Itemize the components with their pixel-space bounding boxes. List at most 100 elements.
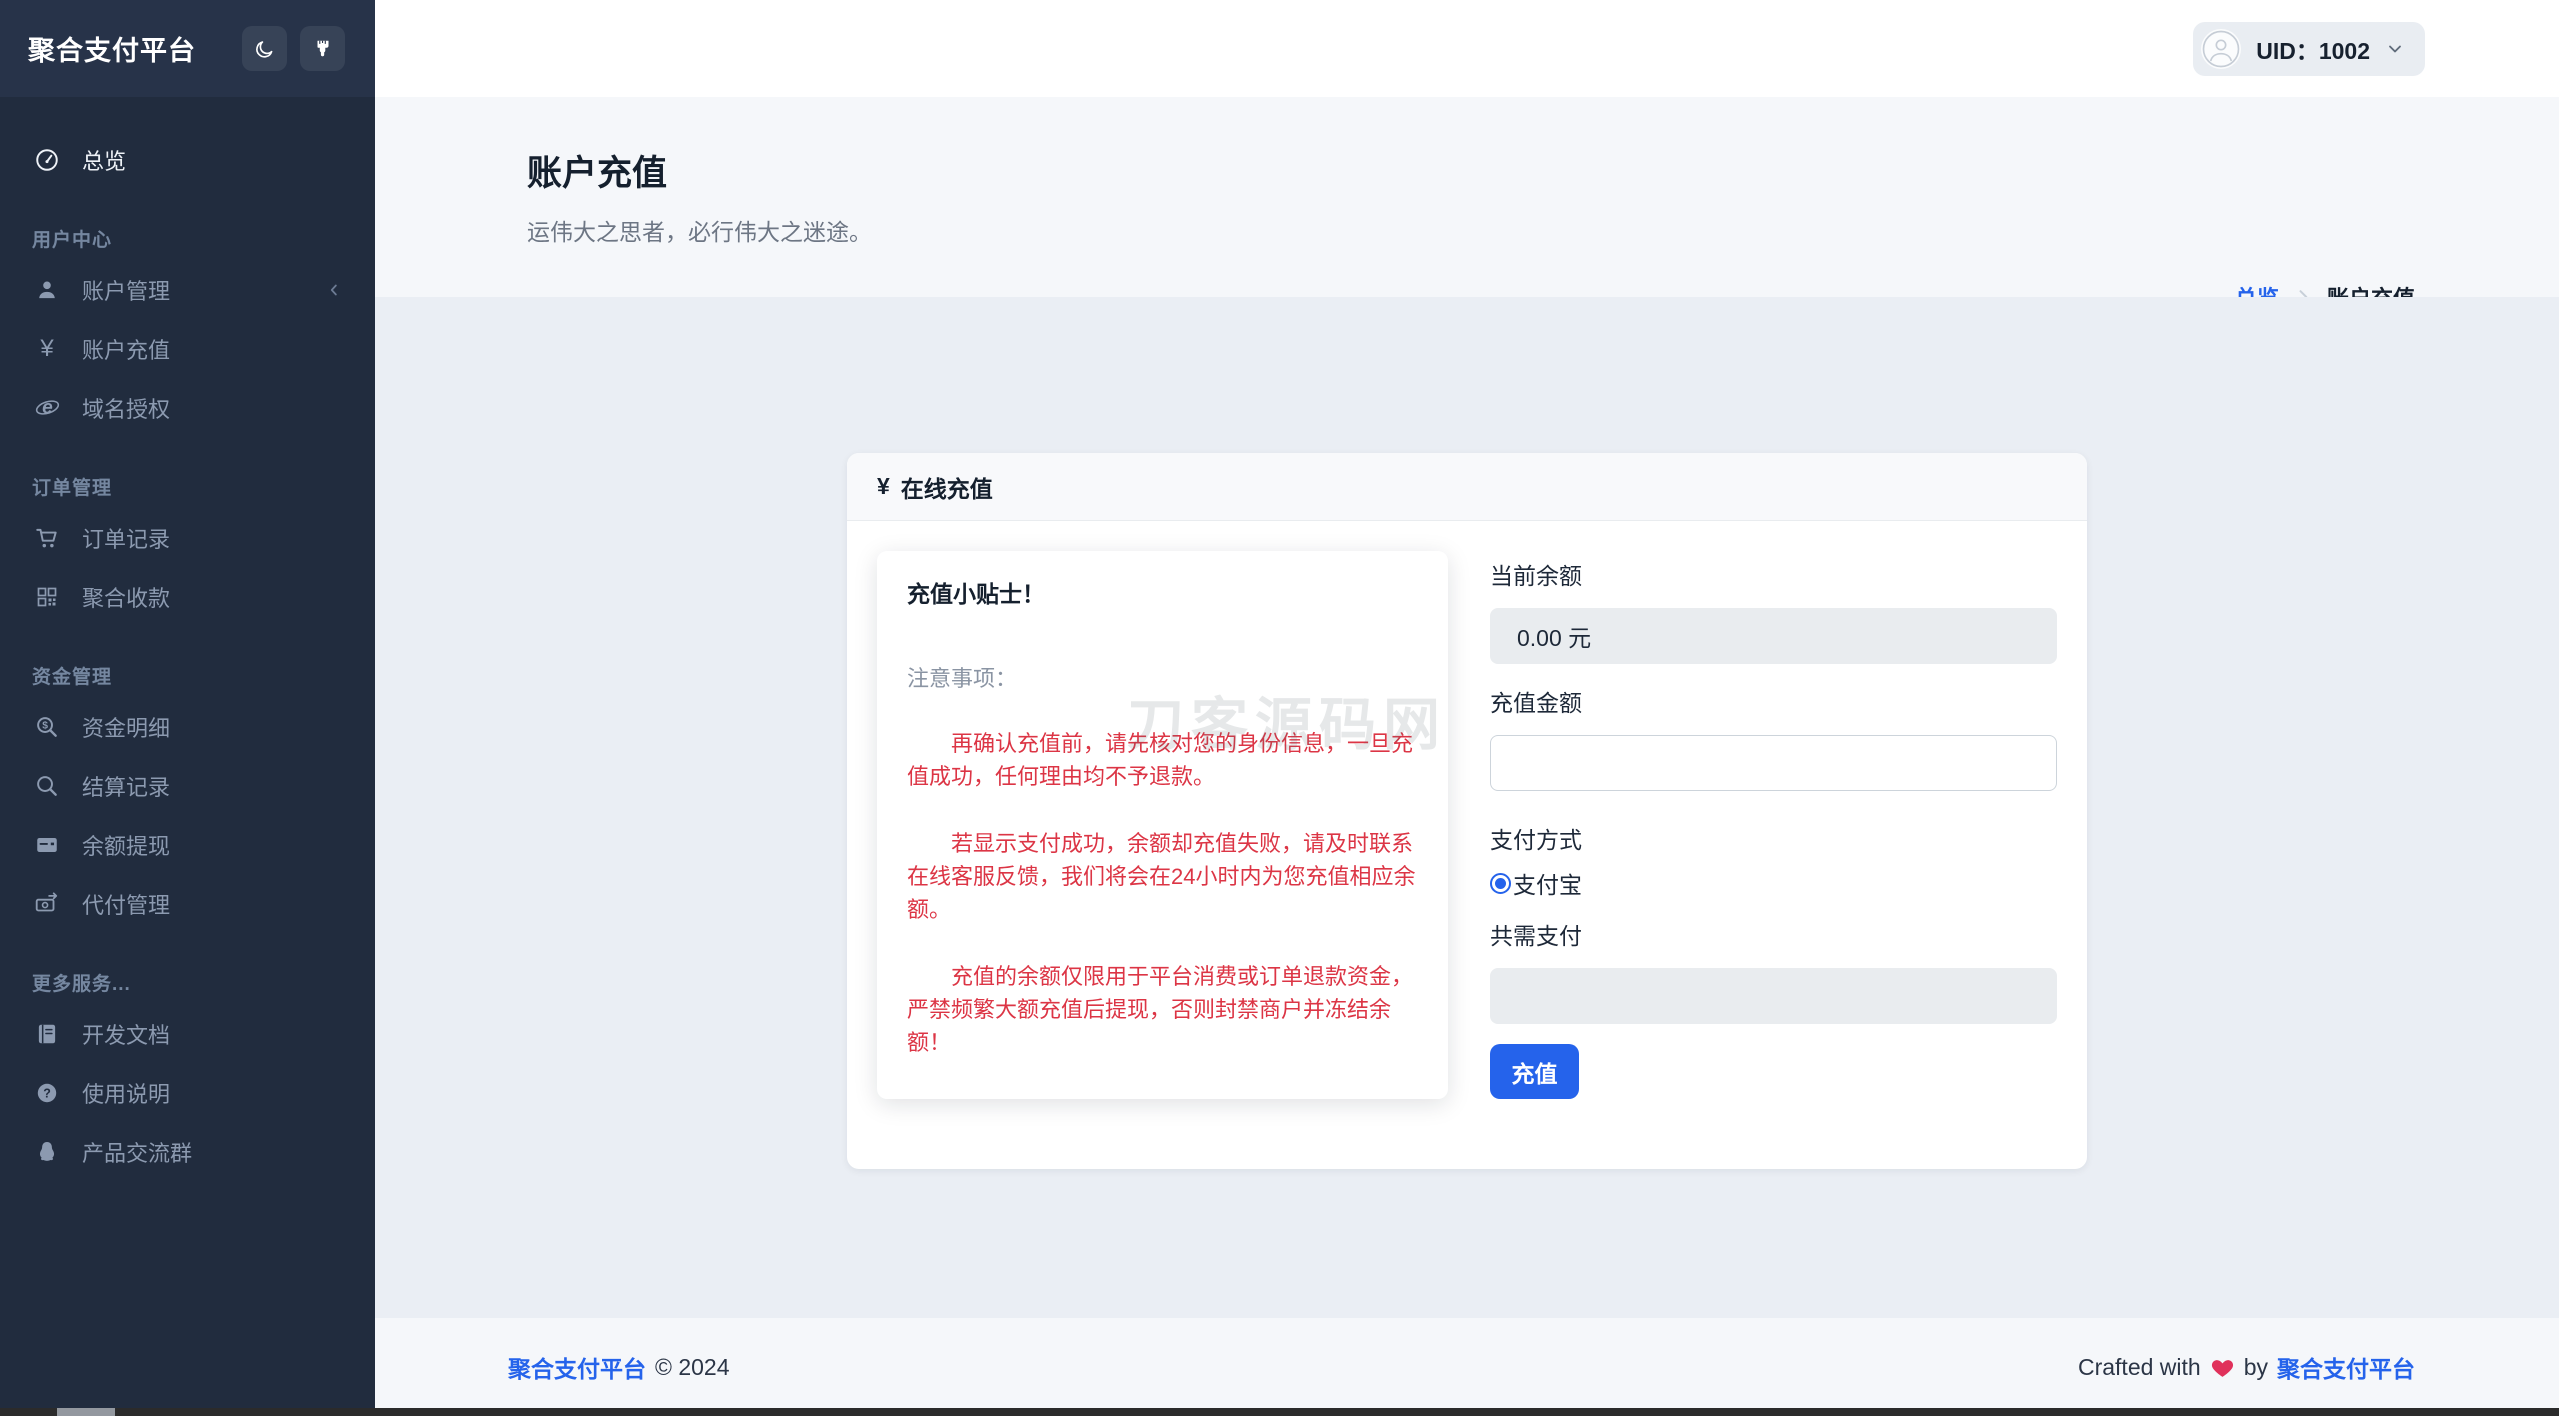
footer-copyright: 聚合支付平台 © 2024	[508, 1350, 730, 1384]
sidebar-item-label: 域名授权	[82, 392, 170, 424]
heart-icon	[2210, 1355, 2235, 1380]
sidebar-item-label: 使用说明	[82, 1077, 170, 1109]
speedometer-icon	[32, 147, 62, 173]
sidebar-item-account-manage[interactable]: 账户管理	[0, 260, 375, 319]
cart-icon	[32, 525, 62, 551]
sidebar-section-title: 订单管理	[0, 473, 375, 500]
credit-card-icon	[32, 832, 62, 858]
page-subtitle: 运伟大之思者，必行伟大之迷途。	[527, 213, 2415, 247]
sidebar-item-label: 代付管理	[82, 888, 170, 920]
tips-paragraph: 充值的余额仅限用于平台消费或订单退款资金，严禁频繁大额充值后提现，否则封禁商户并…	[907, 960, 1418, 1059]
balance-label: 当前余额	[1490, 557, 2057, 591]
chevron-down-icon	[2385, 39, 2405, 59]
method-label: 支付方式	[1490, 821, 2057, 855]
tips-title: 充值小贴士！	[907, 575, 1418, 609]
chevron-left-icon	[325, 281, 343, 299]
search-icon	[32, 773, 62, 799]
alipay-label: 支付宝	[1513, 866, 1582, 900]
sidebar-item-dev-docs[interactable]: 开发文档	[0, 1004, 375, 1063]
sidebar-item-label: 总览	[82, 144, 126, 176]
tips-paragraph: 再确认充值前，请先核对您的身份信息，一旦充值成功，任何理由均不予退款。	[907, 727, 1418, 793]
recharge-tips-panel: 充值小贴士！ 注意事项： 再确认充值前，请先核对您的身份信息，一旦充值成功，任何…	[877, 551, 1448, 1099]
yen-icon: ¥	[877, 473, 890, 500]
sidebar-item-payout-manage[interactable]: 代付管理	[0, 874, 375, 933]
sidebar-nav: 总览 用户中心 账户管理 ¥ 账户充值 e 域名授权	[0, 97, 375, 1416]
sidebar-item-account-recharge[interactable]: ¥ 账户充值	[0, 319, 375, 378]
sidebar-item-balance-withdraw[interactable]: 余额提现	[0, 815, 375, 874]
page-header: 账户充值 运伟大之思者，必行伟大之迷途。 总览 账户充值	[375, 97, 2559, 297]
crafted-by: by	[2244, 1354, 2268, 1381]
theme-actions	[242, 26, 345, 71]
sidebar-item-label: 账户管理	[82, 274, 170, 306]
uid-label: UID：1002	[2256, 32, 2370, 66]
footer-credit: Crafted with by 聚合支付平台	[2078, 1350, 2415, 1384]
avatar	[2201, 29, 2241, 69]
sidebar-logo-bar: 聚合支付平台	[0, 0, 375, 97]
sidebar-item-label: 产品交流群	[82, 1136, 192, 1168]
sidebar-item-label: 结算记录	[82, 770, 170, 802]
crafted-prefix: Crafted with	[2078, 1354, 2201, 1381]
content-area: ¥ 在线充值 充值小贴士！ 注意事项： 再确认充值前，请先核对您的身份信息，一旦…	[375, 297, 2559, 1318]
svg-text:$: $	[42, 720, 48, 731]
cash-transfer-icon	[32, 891, 62, 917]
sidebar-item-label: 聚合收款	[82, 581, 170, 613]
recharge-card: ¥ 在线充值 充值小贴士！ 注意事项： 再确认充值前，请先核对您的身份信息，一旦…	[847, 453, 2087, 1169]
footer: 聚合支付平台 © 2024 Crafted with by 聚合支付平台	[375, 1318, 2559, 1416]
internet-explorer-icon: e	[32, 394, 62, 421]
sidebar-item-overview[interactable]: 总览	[0, 130, 375, 189]
sidebar-item-usage-guide[interactable]: ? 使用说明	[0, 1063, 375, 1122]
balance-field: 0.00 元	[1490, 608, 2057, 664]
sidebar-item-order-records[interactable]: 订单记录	[0, 508, 375, 567]
dark-mode-toggle-button[interactable]	[242, 26, 287, 71]
app-root: 聚合支付平台 总览 用	[0, 0, 2559, 1416]
paint-brush-icon	[312, 38, 334, 60]
sidebar-item-aggregate-collect[interactable]: 聚合收款	[0, 567, 375, 626]
sidebar-item-label: 开发文档	[82, 1018, 170, 1050]
theme-color-button[interactable]	[300, 26, 345, 71]
page-title: 账户充值	[527, 145, 2415, 196]
sidebar-item-label: 资金明细	[82, 711, 170, 743]
sidebar: 聚合支付平台 总览 用	[0, 0, 375, 1416]
radio-checked-icon	[1490, 873, 1511, 894]
tips-note-label: 注意事项：	[907, 661, 1418, 693]
app-logo: 聚合支付平台	[28, 29, 196, 68]
sidebar-item-label: 账户充值	[82, 333, 170, 365]
footer-brand-link[interactable]: 聚合支付平台	[508, 1350, 646, 1384]
horizontal-scrollbar[interactable]	[0, 1408, 2559, 1416]
search-dollar-icon: $	[32, 714, 62, 740]
sidebar-item-settlement-records[interactable]: 结算记录	[0, 756, 375, 815]
main-column: UID：1002 账户充值 运伟大之思者，必行伟大之迷途。 总览 账户充值 ¥	[375, 0, 2559, 1416]
sidebar-section-title: 更多服务...	[0, 969, 375, 996]
footer-copy-text: © 2024	[655, 1354, 730, 1381]
footer-credit-brand-link[interactable]: 聚合支付平台	[2277, 1350, 2415, 1384]
sidebar-item-label: 订单记录	[82, 522, 170, 554]
sidebar-item-label: 余额提现	[82, 829, 170, 861]
yen-icon: ¥	[32, 335, 62, 363]
total-label: 共需支付	[1490, 917, 2057, 951]
sidebar-section-title: 资金管理	[0, 662, 375, 689]
amount-label: 充值金额	[1490, 684, 2057, 718]
card-title: 在线充值	[901, 470, 993, 504]
person-icon	[32, 277, 62, 303]
sidebar-item-domain-auth[interactable]: e 域名授权	[0, 378, 375, 437]
horizontal-scrollbar-thumb[interactable]	[57, 1408, 115, 1416]
question-circle-icon: ?	[32, 1080, 62, 1106]
amount-input[interactable]	[1490, 735, 2057, 791]
card-header: ¥ 在线充值	[847, 453, 2087, 521]
recharge-submit-button[interactable]: 充值	[1490, 1044, 1579, 1099]
alipay-radio-option[interactable]: 支付宝	[1490, 863, 2057, 903]
book-icon	[32, 1021, 62, 1047]
tips-paragraph: 若显示支付成功，余额却充值失败，请及时联系在线客服反馈，我们将会在24小时内为您…	[907, 827, 1418, 926]
top-header: UID：1002	[375, 0, 2559, 97]
sidebar-item-fund-details[interactable]: $ 资金明细	[0, 697, 375, 756]
svg-text:?: ?	[43, 1086, 51, 1100]
sidebar-section-title: 用户中心	[0, 225, 375, 252]
qq-penguin-icon	[32, 1139, 62, 1165]
sidebar-item-product-group[interactable]: 产品交流群	[0, 1122, 375, 1181]
card-body: 充值小贴士！ 注意事项： 再确认充值前，请先核对您的身份信息，一旦充值成功，任何…	[847, 521, 2087, 1169]
moon-icon	[254, 38, 276, 60]
total-field	[1490, 968, 2057, 1024]
recharge-form: 当前余额 0.00 元 充值金额 支付方式 支付宝	[1490, 551, 2057, 1099]
qr-code-icon	[32, 585, 62, 609]
user-menu-button[interactable]: UID：1002	[2193, 22, 2425, 76]
